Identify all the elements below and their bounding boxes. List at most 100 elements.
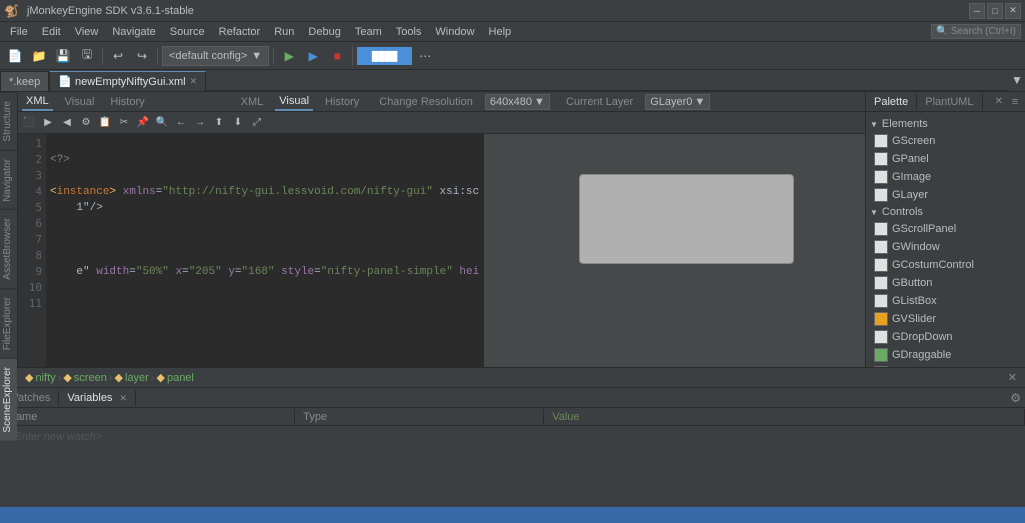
vert-tab-sceneexplorer[interactable]: SceneExplorer xyxy=(0,358,17,441)
gscrollpanel-label: GScrollPanel xyxy=(892,223,956,235)
toolbar-btn-9[interactable]: ← xyxy=(172,114,190,132)
editor-tabs: XML Visual History XML Visual History Ch… xyxy=(18,92,865,112)
tab-nifty-close[interactable]: ✕ xyxy=(190,76,198,87)
menu-navigate[interactable]: Navigate xyxy=(106,24,161,40)
menu-debug[interactable]: Debug xyxy=(302,24,346,40)
element-gimage[interactable]: GImage xyxy=(870,168,1021,186)
toolbar-btn-4[interactable]: ⚙ xyxy=(77,114,95,132)
element-gdraggable[interactable]: GDraggable xyxy=(870,346,1021,364)
element-gbutton[interactable]: GButton xyxy=(870,274,1021,292)
glayer-label: GLayer xyxy=(892,189,928,201)
tab-nifty-xml[interactable]: 📄 newEmptyNiftyGui.xml ✕ xyxy=(49,71,206,91)
palette-tab[interactable]: Palette xyxy=(866,94,917,110)
menu-team[interactable]: Team xyxy=(349,24,388,40)
toolbar-btn-1[interactable]: ⬛ xyxy=(20,114,38,132)
toolbar-btn-7[interactable]: 📌 xyxy=(134,114,152,132)
breadcrumb-close[interactable]: ✕ xyxy=(1008,371,1017,384)
elements-header[interactable]: ▼ Elements xyxy=(870,116,1021,132)
toolbar-btn-8[interactable]: 🔍 xyxy=(153,114,171,132)
gwindow-label: GWindow xyxy=(892,241,940,253)
variables-tab-close[interactable]: ✕ xyxy=(120,393,128,403)
nifty-panel-preview xyxy=(579,174,794,264)
open-btn[interactable]: 📁 xyxy=(28,45,50,67)
code-content[interactable]: <?> <instance> xmlns="http://nifty-gui.l… xyxy=(46,134,483,367)
bottom-toolbar-options[interactable]: ⚙ xyxy=(1010,391,1025,405)
layer-dropdown[interactable]: GLayer0 ▼ xyxy=(645,94,710,110)
tab-keep[interactable]: *.keep xyxy=(0,71,49,91)
breadcrumb-layer[interactable]: ◆ layer xyxy=(115,371,149,384)
vert-tab-assetbrowser[interactable]: AssetBrowser xyxy=(0,209,17,288)
visual-tab-history[interactable]: History xyxy=(321,94,363,110)
element-gscreen[interactable]: GScreen xyxy=(870,132,1021,150)
file-tab-bar: *.keep 📄 newEmptyNiftyGui.xml ✕ ▼ xyxy=(0,70,1025,92)
element-glayer[interactable]: GLayer xyxy=(870,186,1021,204)
gradiogroup-icon xyxy=(874,366,888,367)
close-button[interactable]: ✕ xyxy=(1005,3,1021,19)
new-btn[interactable]: 📄 xyxy=(4,45,26,67)
maximize-button[interactable]: □ xyxy=(987,3,1003,19)
menu-edit[interactable]: Edit xyxy=(36,24,67,40)
element-gscrollpanel[interactable]: GScrollPanel xyxy=(870,220,1021,238)
editor-tab-history[interactable]: History xyxy=(106,94,148,110)
menu-run[interactable]: Run xyxy=(268,24,300,40)
toolbar-btn-3[interactable]: ◀ xyxy=(58,114,76,132)
element-gvslider[interactable]: GVSlider xyxy=(870,310,1021,328)
element-gcostumcontrol[interactable]: GCostumControl xyxy=(870,256,1021,274)
toolbar-btn-12[interactable]: ⬇ xyxy=(229,114,247,132)
debug-run-btn[interactable]: ▶ xyxy=(302,45,324,67)
elements-section: ▼ Elements GScreen GPanel GImage GLayer xyxy=(866,112,1025,367)
visual-tab-xml[interactable]: XML xyxy=(237,94,268,110)
layer-value: GLayer0 xyxy=(650,96,692,108)
minimize-button[interactable]: ─ xyxy=(969,3,985,19)
vert-tab-fileexplorer[interactable]: FileExplorer xyxy=(0,288,17,358)
visual-tab-visual[interactable]: Visual xyxy=(275,93,313,111)
menu-source[interactable]: Source xyxy=(164,24,211,40)
breadcrumb-panel[interactable]: ◆ panel xyxy=(156,371,193,384)
controls-header[interactable]: ▼ Controls xyxy=(870,204,1021,220)
element-glistbox[interactable]: GListBox xyxy=(870,292,1021,310)
save-btn[interactable]: 💾 xyxy=(52,45,74,67)
editor-tab-xml[interactable]: XML xyxy=(22,93,53,111)
undo-btn[interactable]: ↩ xyxy=(107,45,129,67)
left-vert-tabs: Structure Navigator AssetBrowser FileExp… xyxy=(0,92,18,367)
new-watch-row[interactable]: <Enter new watch> xyxy=(0,426,1025,444)
toolbar-btn-expand[interactable]: ⤢ xyxy=(248,114,266,132)
toolbar-btn-11[interactable]: ⬆ xyxy=(210,114,228,132)
vert-tab-navigator[interactable]: Navigator xyxy=(0,150,17,210)
element-gdropdown[interactable]: GDropDown xyxy=(870,328,1021,346)
menu-refactor[interactable]: Refactor xyxy=(213,24,267,40)
element-gwindow[interactable]: GWindow xyxy=(870,238,1021,256)
vert-tab-structure[interactable]: Structure xyxy=(0,92,17,150)
menu-help[interactable]: Help xyxy=(483,24,518,40)
menu-window[interactable]: Window xyxy=(429,24,480,40)
new-watch-placeholder: <Enter new watch> xyxy=(8,431,102,443)
more-btn[interactable]: ⋯ xyxy=(414,45,436,67)
stop-btn[interactable]: ■ xyxy=(326,45,348,67)
menu-view[interactable]: View xyxy=(69,24,105,40)
resolution-dropdown[interactable]: 640x480 ▼ xyxy=(485,94,550,110)
breadcrumb-nifty[interactable]: ◆ nifty xyxy=(25,371,56,384)
tab-menu-btn[interactable]: ▼ xyxy=(1009,69,1025,91)
visual-canvas[interactable] xyxy=(484,134,865,367)
right-panel-options[interactable]: ≡ xyxy=(1007,94,1023,110)
element-gpanel[interactable]: GPanel xyxy=(870,150,1021,168)
menu-tools[interactable]: Tools xyxy=(390,24,428,40)
toolbar-btn-2[interactable]: ▶ xyxy=(39,114,57,132)
toolbar-btn-6[interactable]: ✂ xyxy=(115,114,133,132)
plantuml-tab[interactable]: PlantUML xyxy=(917,94,982,110)
toolbar-btn-5[interactable]: 📋 xyxy=(96,114,114,132)
build-btn[interactable]: ▶ xyxy=(278,45,300,67)
editor-tab-visual[interactable]: Visual xyxy=(61,94,99,110)
redo-btn[interactable]: ↪ xyxy=(131,45,153,67)
toolbar-btn-10[interactable]: → xyxy=(191,114,209,132)
save-all-btn[interactable]: 🖫 xyxy=(76,45,98,67)
breadcrumb-screen[interactable]: ◆ screen xyxy=(63,371,107,384)
menu-file[interactable]: File xyxy=(4,24,34,40)
element-gradiogroup[interactable]: GRadioGroup xyxy=(870,364,1021,367)
right-panel-close[interactable]: ✕ xyxy=(991,94,1007,109)
config-dropdown[interactable]: <default config> ▼ xyxy=(162,46,269,66)
gdropdown-icon xyxy=(874,330,888,344)
search-box[interactable]: 🔍 Search (Ctrl+I) xyxy=(931,24,1021,39)
gscreen-label: GScreen xyxy=(892,135,935,147)
variables-tab[interactable]: Variables ✕ xyxy=(59,390,136,406)
